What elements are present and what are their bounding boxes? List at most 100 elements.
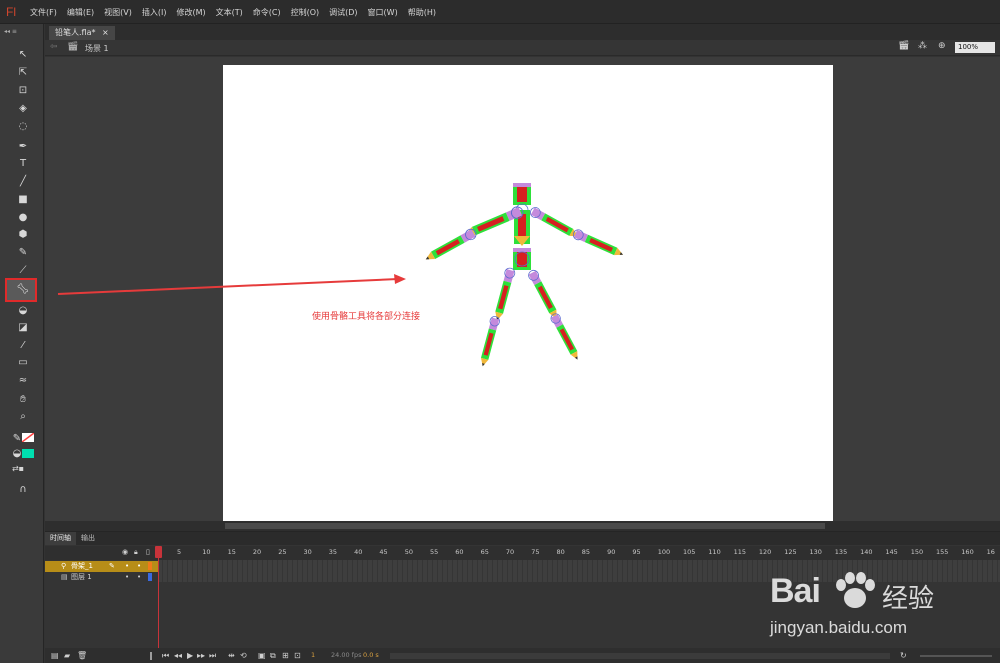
edit-scene-icon[interactable]: 🎬︎: [898, 41, 909, 51]
oval-tool-icon[interactable]: ●: [15, 211, 31, 225]
pencil-tool-icon[interactable]: ✎: [15, 246, 31, 260]
close-icon[interactable]: ×: [102, 28, 109, 37]
lock-icon[interactable]: 🔒︎: [134, 548, 138, 557]
pen-tool-icon[interactable]: ✒: [15, 140, 31, 154]
line-tool-icon[interactable]: ╱: [15, 175, 31, 189]
center-frame-icon[interactable]: ⇹: [228, 651, 235, 660]
subselection-tool-icon[interactable]: ⇱: [15, 66, 31, 80]
tab-output[interactable]: 输出: [76, 532, 100, 545]
timeline-scrollbar[interactable]: [390, 653, 890, 659]
frame-number: 130: [809, 548, 822, 556]
frame-number: 140: [860, 548, 873, 556]
layer-color-box[interactable]: [148, 573, 152, 581]
menu-debug[interactable]: 调试(D): [329, 7, 357, 18]
tab-timeline[interactable]: 时间轴: [45, 532, 76, 545]
ink-bottle-tool-icon[interactable]: ◪: [15, 321, 31, 335]
visibility-dot[interactable]: •: [125, 561, 129, 572]
lock-dot[interactable]: •: [137, 561, 141, 572]
loop-icon[interactable]: ‖: [149, 651, 153, 660]
frame-number: 16: [986, 548, 995, 556]
visibility-dot[interactable]: •: [125, 572, 129, 583]
loop-playback-icon[interactable]: ⟲: [240, 651, 247, 660]
rectangle-tool-icon[interactable]: ■: [15, 193, 31, 207]
3d-rotation-tool-icon[interactable]: ◈: [15, 102, 31, 116]
document-tab[interactable]: 铅笔人.fla* ×: [49, 26, 115, 40]
frame-number: 135: [834, 548, 848, 556]
menu-edit[interactable]: 编辑(E): [67, 7, 94, 18]
menu-commands[interactable]: 命令(C): [253, 7, 281, 18]
outline-icon[interactable]: ▯: [146, 548, 150, 556]
paint-bucket-tool-icon[interactable]: ◒: [15, 304, 31, 318]
eye-icon[interactable]: ◉: [122, 548, 128, 556]
bone-tool-icon[interactable]: 🦴︎: [15, 283, 31, 297]
eraser-tool-icon[interactable]: ▭: [15, 356, 31, 370]
timeline-header: ◉ 🔒︎ ▯ 151015202530354045505560657075808…: [45, 546, 1000, 560]
menu-help[interactable]: 帮助(H): [408, 7, 436, 18]
scene-label[interactable]: 场景 1: [85, 43, 109, 54]
onion-markers-icon[interactable]: ⊡: [294, 651, 301, 660]
text-tool-icon[interactable]: T: [15, 157, 31, 171]
width-tool-icon[interactable]: ≈: [15, 374, 31, 388]
next-frame-icon[interactable]: ▸▸: [197, 651, 205, 660]
fps-readout[interactable]: 24.00 fps: [331, 651, 361, 659]
frame-number: 5: [177, 548, 182, 556]
new-folder-icon[interactable]: ▰: [64, 651, 70, 660]
selection-tool-icon[interactable]: ↖: [15, 48, 31, 62]
document-tab-bar: 铅笔人.fla* ×: [45, 24, 1000, 40]
lock-dot[interactable]: •: [137, 572, 141, 583]
eyedropper-tool-icon[interactable]: ⁄: [15, 339, 31, 353]
swap-colors-icon[interactable]: ⇄▪: [10, 462, 26, 476]
free-transform-tool-icon[interactable]: ⊡: [15, 84, 31, 98]
layer-name[interactable]: 骨架_1: [71, 561, 93, 572]
stage-caption: 使用骨骼工具将各部分连接: [312, 312, 421, 322]
watermark: Bai 经验 jingyan.baidu.com: [770, 572, 990, 642]
menu-text[interactable]: 文本(T): [216, 7, 243, 18]
stroke-color-swatch[interactable]: [21, 432, 35, 443]
current-frame-readout[interactable]: 1: [311, 651, 315, 659]
polystar-tool-icon[interactable]: ⬢: [15, 228, 31, 242]
playhead-line: [158, 546, 159, 650]
onion-skin-icon[interactable]: ▣: [258, 651, 266, 660]
hand-tool-icon[interactable]: ✋︎: [15, 393, 31, 407]
play-icon[interactable]: ▶: [187, 651, 193, 660]
back-arrow-icon[interactable]: ⇦: [50, 42, 58, 52]
menu-modify[interactable]: 修改(M): [176, 7, 205, 18]
edit-symbol-icon[interactable]: ⁂: [918, 41, 927, 51]
menu-control[interactable]: 控制(O): [291, 7, 320, 18]
menu-file[interactable]: 文件(F): [30, 7, 57, 18]
reset-scroll-icon[interactable]: ↻: [900, 651, 907, 660]
snap-magnet-icon[interactable]: ∩: [15, 483, 31, 497]
brush-tool-icon[interactable]: ⟋: [15, 264, 31, 278]
horizontal-scrollbar[interactable]: [45, 521, 1000, 531]
document-tab-title: 铅笔人.fla*: [55, 28, 96, 37]
zoom-tool-icon[interactable]: ⌕: [15, 410, 31, 424]
fill-color-swatch[interactable]: [22, 449, 34, 458]
menu-view[interactable]: 视图(V): [104, 7, 132, 18]
edit-multiple-icon[interactable]: ⊞: [282, 651, 289, 660]
lasso-tool-icon[interactable]: ◌: [15, 120, 31, 134]
layer-name[interactable]: 图层 1: [71, 572, 92, 583]
delete-layer-icon[interactable]: 🗑︎: [77, 651, 87, 660]
elapsed-readout[interactable]: 0.0 s: [363, 651, 379, 659]
frame-number: 115: [733, 548, 747, 556]
scrollbar-thumb[interactable]: [225, 523, 825, 529]
new-layer-icon[interactable]: ▤: [51, 651, 59, 660]
zoom-select[interactable]: 100%: [955, 42, 995, 53]
panel-grip-icon[interactable]: ◂◂ ≡: [4, 28, 17, 35]
menu-window[interactable]: 窗口(W): [368, 7, 398, 18]
edit-bar: ⇦ 🎬︎ 场景 1 🎬︎ ⁂ ⊕ 100%: [45, 40, 1000, 56]
last-frame-icon[interactable]: ⏭︎: [209, 651, 216, 661]
stage[interactable]: [223, 65, 833, 521]
menu-bar: Fl 文件(F) 编辑(E) 视图(V) 插入(I) 修改(M) 文本(T) 命…: [0, 0, 1000, 24]
prev-frame-icon[interactable]: ◂◂: [174, 651, 182, 660]
layer-icon: ▤: [61, 573, 68, 581]
layer-color-box[interactable]: [148, 562, 152, 570]
frame-number: 160: [961, 548, 974, 556]
frame-ruler[interactable]: 1510152025303540455055606570758085909510…: [158, 546, 1000, 560]
frame-size-slider[interactable]: [920, 655, 992, 657]
menu-insert[interactable]: 插入(I): [142, 7, 167, 18]
first-frame-icon[interactable]: ⏮︎: [162, 651, 169, 661]
center-stage-icon[interactable]: ⊕: [938, 41, 946, 51]
frame-number: 145: [885, 548, 898, 556]
onion-outline-icon[interactable]: ⧉: [270, 651, 276, 661]
